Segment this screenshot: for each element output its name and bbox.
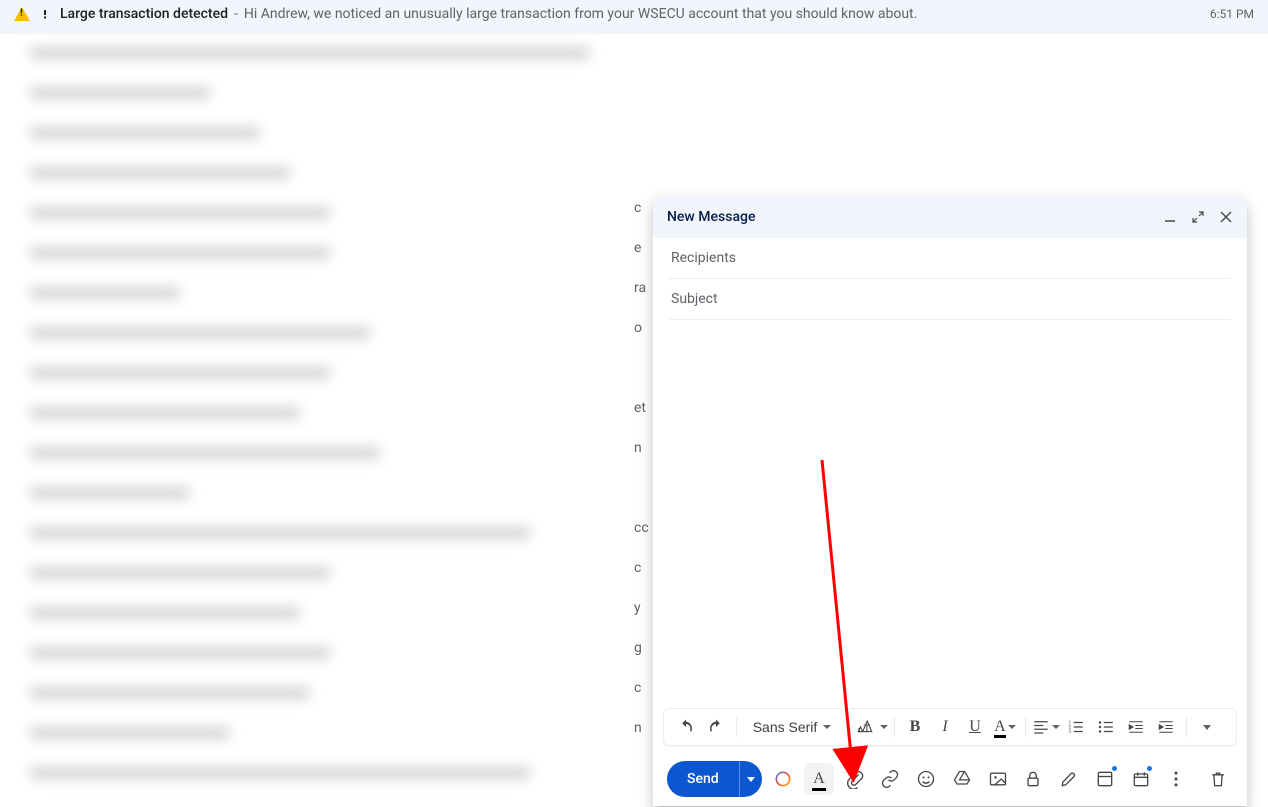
toolbar-divider [894,717,895,737]
text-formatting-toggle[interactable]: A [804,763,834,795]
inbox-row-alert[interactable]: Large transaction detected - Hi Andrew, … [0,0,1268,34]
send-options-button[interactable] [739,761,763,797]
send-split-button: Send [667,761,762,797]
more-formatting-button[interactable] [1193,713,1221,741]
caret-down-icon [1052,725,1060,729]
blue-dot-icon [1147,766,1152,771]
ai-assist-button[interactable] [768,763,798,795]
discard-draft-button[interactable] [1203,763,1233,795]
align-button[interactable] [1032,713,1060,741]
minimize-button[interactable] [1163,210,1177,224]
indent-more-button[interactable] [1152,713,1180,741]
row-body: Hi Andrew, we noticed an unusually large… [244,6,917,22]
row-time: 6:51 PM [1210,7,1254,21]
indent-less-button[interactable] [1122,713,1150,741]
blurred-inbox-list [0,36,650,807]
toolbar-divider [1186,717,1187,737]
svg-text:3: 3 [1069,729,1072,735]
svg-text:T: T [858,726,862,734]
recipients-input[interactable] [669,249,1231,267]
blue-dot-icon [1112,766,1117,771]
insert-emoji-button[interactable] [911,763,941,795]
font-family-label: Sans Serif [753,719,818,735]
font-size-select[interactable]: TT [854,713,888,741]
save-draft-button[interactable] [1090,763,1120,795]
toolbar-divider [1025,717,1026,737]
caret-down-icon [747,777,755,782]
redo-button[interactable] [702,713,730,741]
text-color-button[interactable]: A [991,713,1019,741]
bulleted-list-button[interactable] [1092,713,1120,741]
caret-down-icon [880,725,888,729]
send-button[interactable]: Send [667,761,739,797]
subject-field[interactable] [669,279,1231,320]
recipients-field[interactable] [669,238,1231,279]
row-subject: Large transaction detected [38,6,228,22]
compose-title: New Message [667,209,755,225]
insert-photo-button[interactable] [983,763,1013,795]
subject-input[interactable] [669,290,1231,308]
underline-button[interactable]: U [961,713,989,741]
more-options-button[interactable] [1161,763,1191,795]
bold-button[interactable]: B [901,713,929,741]
font-family-select[interactable]: Sans Serif [743,713,841,741]
close-button[interactable] [1219,210,1233,224]
schedule-suggest-button[interactable] [1126,763,1156,795]
toolbar-divider [847,717,848,737]
confidential-mode-button[interactable] [1019,763,1049,795]
compose-header[interactable]: New Message [653,196,1247,238]
italic-button[interactable]: I [931,713,959,741]
attach-file-button[interactable] [840,763,870,795]
toolbar-divider [736,717,737,737]
compose-body[interactable] [653,320,1247,708]
numbered-list-button[interactable]: 123 [1062,713,1090,741]
compose-window: New Message Sans Serif TT [653,196,1247,806]
insert-link-button[interactable] [876,763,906,795]
caret-down-icon [1008,725,1016,729]
compose-action-row: Send A [653,752,1247,806]
fullscreen-button[interactable] [1191,210,1205,224]
insert-signature-button[interactable] [1054,763,1084,795]
formatting-toolbar: Sans Serif TT B I U A 123 [663,708,1237,746]
svg-text:T: T [864,722,871,735]
warning-icon [14,7,30,21]
row-separator: - [234,6,238,22]
undo-button[interactable] [672,713,700,741]
insert-drive-button[interactable] [947,763,977,795]
caret-down-icon [823,725,831,729]
